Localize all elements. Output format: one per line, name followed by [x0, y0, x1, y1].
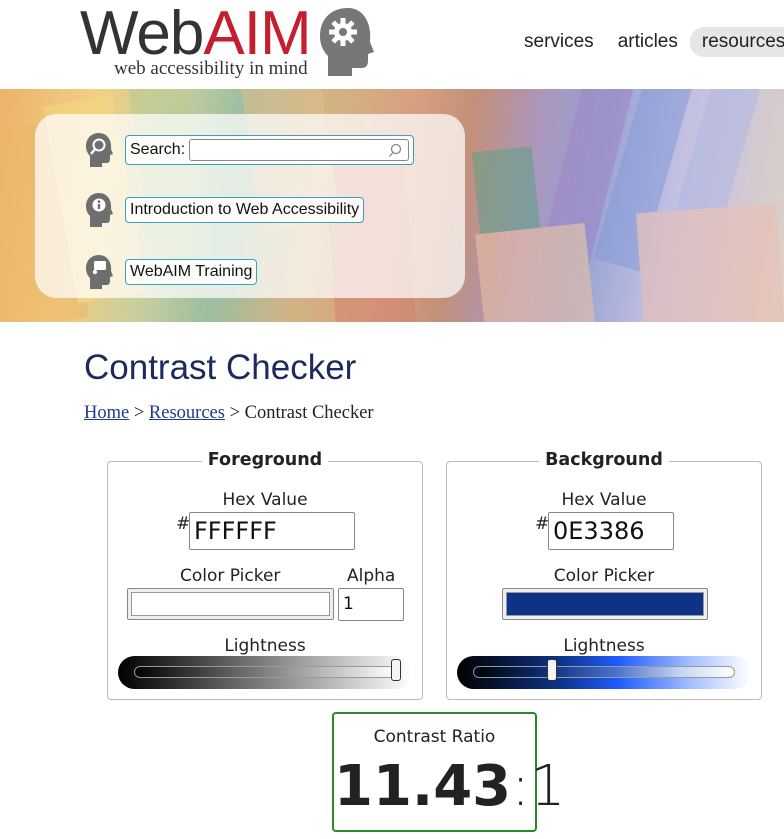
- background-lightness-track: [473, 666, 735, 678]
- search-head-icon: [86, 133, 113, 167]
- breadcrumb: Home > Resources > Contrast Checker: [84, 403, 374, 424]
- foreground-lightness-track: [134, 666, 396, 678]
- nav-articles[interactable]: articles: [606, 27, 690, 57]
- site-header: WebAIM web accessibility in mind service…: [0, 0, 784, 89]
- training-link[interactable]: WebAIM Training: [125, 259, 258, 285]
- foreground-alpha-input[interactable]: 1: [338, 588, 404, 621]
- nav-services[interactable]: services: [512, 27, 606, 57]
- foreground-lightness-slider[interactable]: [118, 656, 412, 689]
- hero-banner: Search: Introduction to Web Accessibilit…: [0, 89, 784, 322]
- breadcrumb-separator: >: [129, 403, 149, 423]
- training-row: WebAIM Training: [85, 254, 258, 290]
- foreground-picker-label: Color Picker: [180, 566, 281, 586]
- background-color-swatch: [506, 592, 704, 616]
- magnifier-icon[interactable]: [388, 143, 402, 158]
- breadcrumb-resources-link[interactable]: Resources: [149, 403, 225, 423]
- contrast-ratio-suffix: :1: [511, 754, 566, 819]
- search-form: Search:: [125, 135, 415, 165]
- breadcrumb-current: Contrast Checker: [244, 403, 374, 423]
- info-head-icon: [86, 193, 113, 227]
- background-hex-label: Hex Value: [561, 490, 647, 510]
- background-legend: Background: [447, 450, 761, 470]
- logo-wordmark: WebAIM: [80, 2, 312, 66]
- quick-links-panel: Search: Introduction to Web Accessibilit…: [35, 114, 465, 298]
- foreground-hex-input[interactable]: FFFFFF: [189, 512, 355, 550]
- breadcrumb-separator: >: [224, 403, 245, 423]
- foreground-fieldset: Foreground Hex Value # FFFFFF Color Pick…: [107, 450, 423, 700]
- background-hex-input[interactable]: 0E3386: [548, 512, 674, 550]
- background-lightness-thumb[interactable]: [546, 659, 557, 681]
- background-picker-label: Color Picker: [553, 566, 655, 586]
- background-color-picker[interactable]: [502, 588, 708, 620]
- contrast-ratio-box: Contrast Ratio 11.43:1: [332, 712, 566, 832]
- foreground-color-swatch: [131, 592, 330, 616]
- background-lightness-slider[interactable]: [457, 656, 751, 689]
- foreground-lightness-label: Lightness: [224, 636, 306, 656]
- background-lightness-label: Lightness: [563, 636, 645, 656]
- foreground-lightness-thumb[interactable]: [391, 659, 401, 681]
- nav-resources[interactable]: resources: [689, 27, 784, 57]
- training-head-icon: [86, 255, 113, 289]
- search-input[interactable]: [189, 139, 410, 161]
- contrast-ratio-value: 11.43:1: [334, 754, 566, 819]
- foreground-hex-label: Hex Value: [222, 490, 308, 510]
- foreground-alpha-label: Alpha: [347, 566, 396, 586]
- foreground-legend: Foreground: [108, 450, 422, 470]
- logo-tagline: web accessibility in mind: [114, 58, 308, 79]
- gear-head-icon: [320, 8, 374, 76]
- intro-link[interactable]: Introduction to Web Accessibility: [125, 197, 365, 223]
- contrast-ratio-label: Contrast Ratio: [373, 727, 496, 747]
- intro-row: Introduction to Web Accessibility: [85, 192, 365, 228]
- webaim-logo[interactable]: WebAIM web accessibility in mind: [80, 2, 380, 86]
- page-title: Contrast Checker: [84, 348, 357, 387]
- top-navigation: services articles resources: [512, 26, 784, 58]
- breadcrumb-home-link[interactable]: Home: [84, 403, 129, 423]
- foreground-color-picker[interactable]: [127, 588, 334, 620]
- search-label: Search:: [130, 141, 186, 158]
- contrast-ratio-number: 11.43: [334, 754, 512, 819]
- search-row: Search:: [85, 132, 415, 168]
- background-fieldset: Background Hex Value # 0E3386 Color Pick…: [446, 450, 762, 700]
